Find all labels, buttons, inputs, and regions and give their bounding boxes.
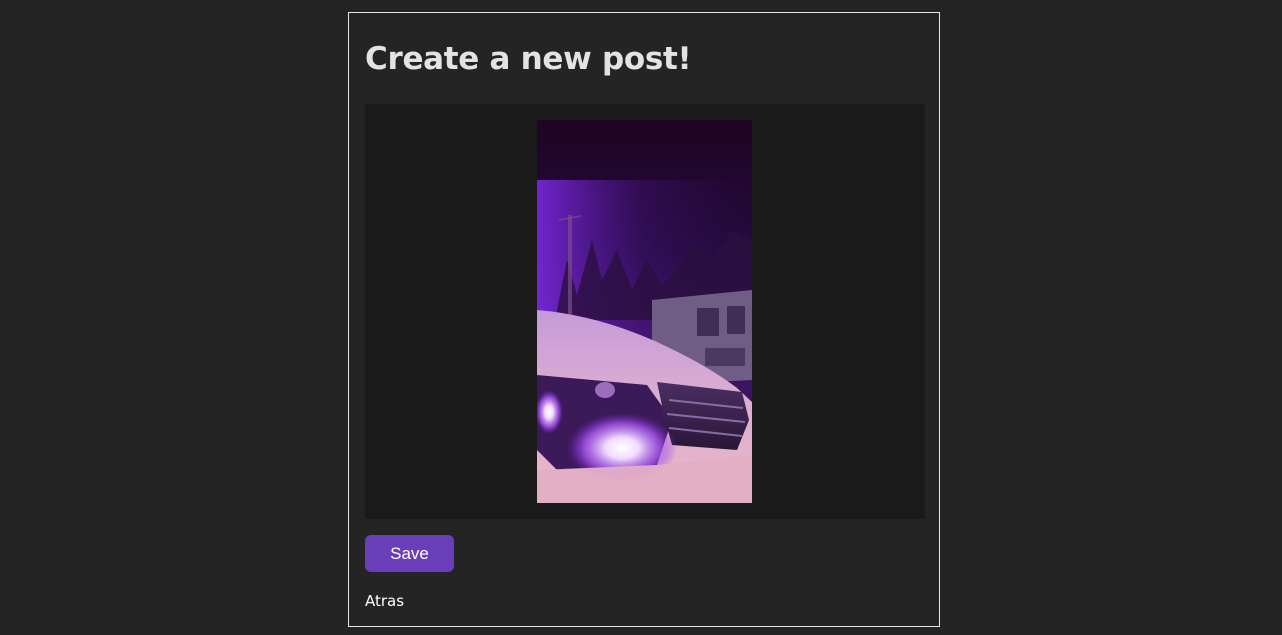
image-preview-area <box>365 104 925 519</box>
save-button[interactable]: Save <box>365 535 454 572</box>
page-title: Create a new post! <box>365 41 692 77</box>
uploaded-photo-preview <box>537 120 752 503</box>
create-post-card: Create a new post! Save Atras <box>348 12 940 627</box>
back-link[interactable]: Atras <box>365 592 404 610</box>
photo-image <box>537 120 752 503</box>
